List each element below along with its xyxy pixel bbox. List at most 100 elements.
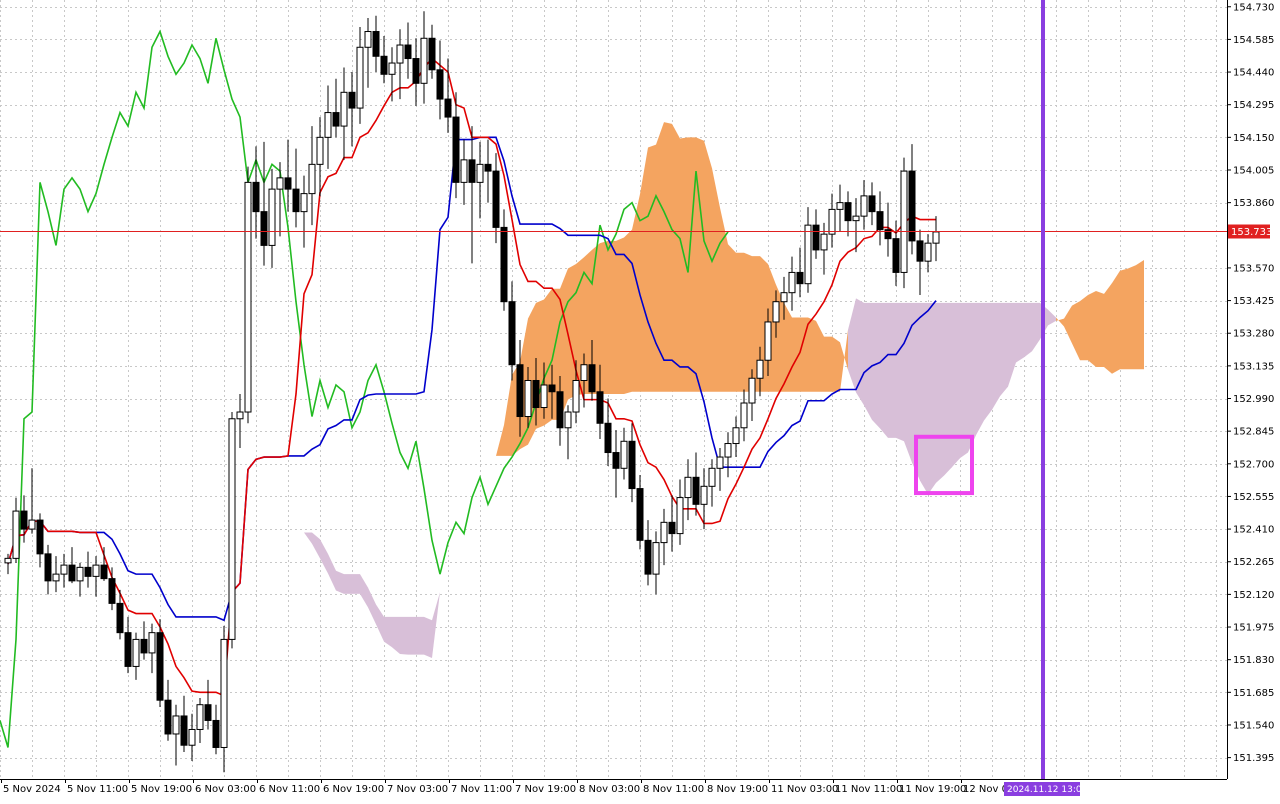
- candle-body-up: [52, 573, 60, 582]
- candle-body-down: [260, 211, 268, 246]
- kumo-bullish-segment: [1128, 265, 1136, 370]
- candle-body-up: [236, 411, 244, 420]
- candle-body-up: [660, 521, 668, 544]
- candle-body-down: [444, 98, 452, 118]
- candle-body-up: [620, 440, 628, 469]
- candle: [244, 166, 252, 424]
- candle-body-up: [652, 542, 660, 575]
- price-chart[interactable]: 154.730 154.585 154.440 154.295 154.150 154.0…: [0, 0, 1280, 800]
- candle-body-down: [436, 69, 444, 100]
- candle-body-up: [540, 384, 548, 409]
- candle-body-up: [788, 271, 796, 294]
- y-tick-label: 151.830: [1233, 655, 1274, 666]
- kumo-bullish-segment: [1088, 290, 1096, 367]
- candle-body-up: [524, 379, 532, 418]
- candle-body-down: [892, 238, 900, 273]
- y-tick-label: 151.685: [1233, 688, 1274, 699]
- kumo-bullish-segment: [744, 252, 752, 392]
- y-tick-label: 154.005: [1233, 165, 1274, 176]
- candle-body-down: [516, 364, 524, 418]
- candle-body-down: [644, 539, 652, 575]
- current-price-tag: 153.733: [1228, 224, 1272, 239]
- kumo-bearish-segment: [968, 302, 976, 453]
- y-tick-label: 153.425: [1233, 296, 1274, 307]
- candle-body-down: [380, 55, 388, 75]
- x-tick-label: 5 Nov 11:00: [67, 784, 128, 795]
- candle-body-up: [228, 418, 236, 640]
- kumo-bearish-segment: [1000, 302, 1008, 397]
- candle-body-down: [532, 379, 540, 409]
- kumo-bearish-segment: [1024, 302, 1032, 358]
- kumo-bearish-segment: [416, 616, 424, 655]
- y-tick-label: 154.585: [1233, 35, 1274, 46]
- candle-body-down: [500, 226, 508, 303]
- candle-body-up: [188, 728, 196, 746]
- x-tick-label: 11 Nov 03:00: [771, 784, 838, 795]
- candle-body-up: [28, 519, 36, 530]
- candle-body-down: [404, 44, 412, 60]
- y-tick-label: 151.395: [1233, 753, 1274, 764]
- kumo-bullish-segment: [616, 237, 624, 395]
- y-tick-label: 152.845: [1233, 427, 1274, 438]
- candle-body-up: [764, 321, 772, 361]
- candle-body-down: [612, 452, 620, 469]
- candle-body-down: [116, 602, 124, 634]
- candle-body-down: [108, 578, 116, 604]
- candle-body-up: [572, 379, 580, 413]
- kumo-bearish-segment: [344, 574, 352, 594]
- candle-body-up: [828, 208, 836, 235]
- y-tick-label: 153.135: [1233, 361, 1274, 372]
- candle-body-down: [796, 271, 804, 285]
- cursor-date-label: 2024.11.12 13:00: [1007, 785, 1088, 795]
- candle-body-up: [132, 638, 140, 667]
- kumo-bullish-segment: [1096, 290, 1104, 367]
- y-tick-label: 151.540: [1233, 720, 1274, 731]
- candle-body-down: [84, 566, 92, 577]
- candle-body-up: [60, 564, 68, 575]
- chart-canvas[interactable]: 154.730 154.585 154.440 154.295 154.150 154.0…: [0, 0, 1280, 800]
- candle-body-up: [900, 170, 908, 273]
- kumo-bearish-segment: [984, 302, 992, 421]
- kumo-bullish-segment: [784, 302, 792, 392]
- candle-body-up: [804, 224, 812, 285]
- y-tick-label: 151.975: [1233, 623, 1274, 634]
- candle-body-down: [428, 37, 436, 71]
- candle-body-up: [772, 301, 780, 323]
- candle-body-up: [148, 632, 156, 654]
- candle-body-up: [324, 112, 332, 138]
- candle-body-down: [412, 58, 420, 84]
- candle-body-down: [124, 632, 132, 667]
- current-price-label: 153.733: [1231, 227, 1272, 238]
- candle-body-up: [196, 704, 204, 730]
- candle-body-down: [628, 440, 636, 490]
- candle-body-down: [692, 476, 700, 505]
- candle-body-up: [860, 195, 868, 217]
- candle-body-up: [852, 215, 860, 222]
- kumo-bearish-segment: [936, 302, 944, 483]
- candle-body-down: [604, 422, 612, 454]
- y-tick-label: 152.990: [1233, 394, 1274, 405]
- candle-body-up: [244, 181, 252, 413]
- kumo-bullish-segment: [1080, 294, 1088, 361]
- y-tick-label: 152.265: [1233, 557, 1274, 568]
- x-tick-label: 8 Nov 03:00: [579, 784, 640, 795]
- candle-body-down: [468, 159, 476, 183]
- candle-body-down: [348, 91, 356, 109]
- kumo-bullish-segment: [664, 122, 672, 392]
- candle-body-down: [140, 638, 148, 654]
- y-tick-label: 152.120: [1233, 590, 1274, 601]
- candle-body-down: [44, 553, 52, 582]
- kumo-bearish-segment: [976, 302, 984, 436]
- candle-body-down: [812, 224, 820, 251]
- candle-body-down: [908, 170, 916, 242]
- kumo-bearish-segment: [944, 302, 952, 476]
- candle-body-down: [180, 715, 188, 746]
- candle-body-up: [708, 467, 716, 487]
- candle-body-down: [668, 521, 676, 535]
- kumo-bearish-segment: [424, 616, 432, 658]
- candle-body-up: [220, 638, 228, 748]
- candle-body-up: [748, 377, 756, 404]
- kumo-bearish-segment: [992, 302, 1000, 410]
- x-tick-label: 7 Nov 03:00: [387, 784, 448, 795]
- kumo-bullish-segment: [832, 336, 840, 392]
